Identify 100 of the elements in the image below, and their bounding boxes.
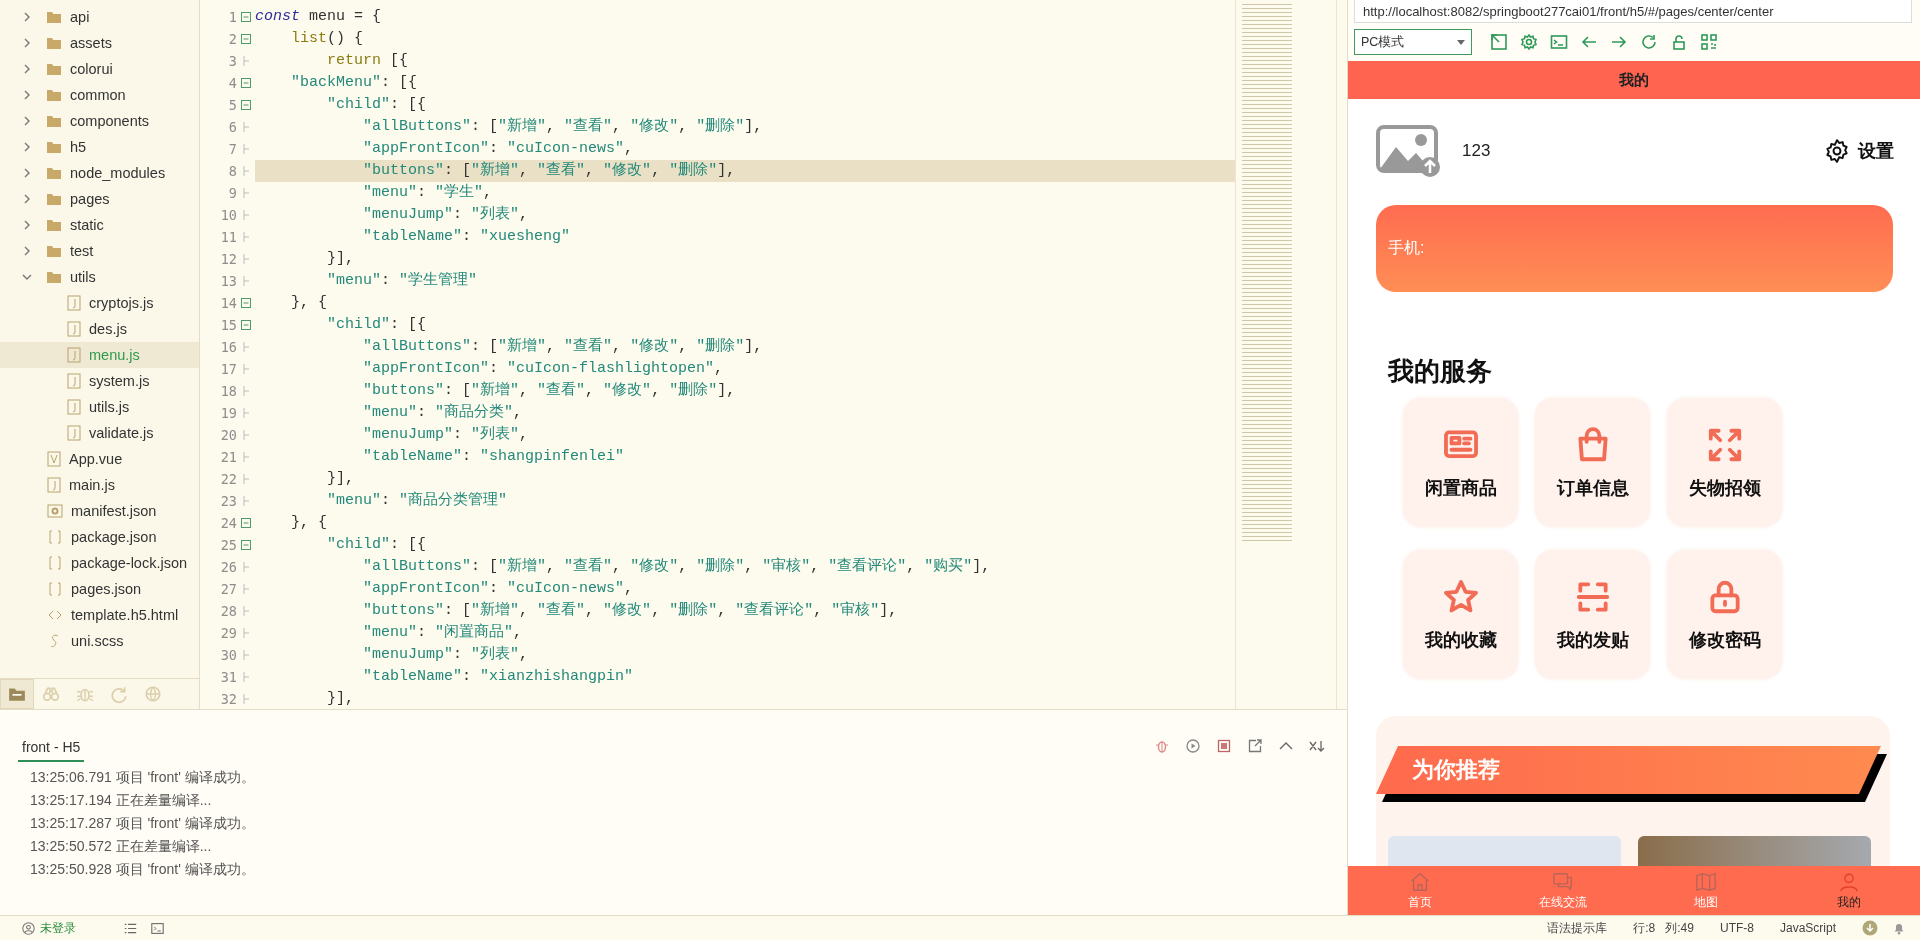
console-tab[interactable]: front - H5 [18, 739, 85, 762]
tree-item[interactable]: template.h5.html [0, 602, 199, 628]
tree-item[interactable]: assets [0, 30, 199, 56]
line-number: 2 [227, 31, 237, 47]
tree-item[interactable]: pages [0, 186, 199, 212]
gear-icon[interactable] [1520, 33, 1538, 51]
url-field[interactable]: http://localhost:8082/springboot277cai01/front/h5/#/pages/center/center [1354, 0, 1912, 23]
line-number: 9 [227, 185, 237, 201]
fold-toggle-icon[interactable] [241, 100, 251, 110]
tree-item[interactable]: uni.scss [0, 628, 199, 654]
line-number: 4 [227, 75, 237, 91]
terminal-icon[interactable] [1550, 33, 1568, 51]
tree-item[interactable]: common [0, 82, 199, 108]
fold-toggle-icon[interactable] [241, 298, 251, 308]
play-circle-icon[interactable] [1185, 738, 1201, 754]
folder-icon [46, 9, 62, 25]
service-card[interactable]: 失物招领 [1667, 398, 1782, 527]
line-number: 26 [219, 559, 237, 575]
status-item[interactable]: JavaScript [1779, 921, 1836, 935]
status-item[interactable]: 语法提示库 [1547, 919, 1608, 937]
js-file-icon [67, 295, 81, 311]
fold-toggle-icon[interactable] [241, 12, 251, 22]
user-icon[interactable] [22, 921, 35, 935]
tree-item[interactable]: package-lock.json [0, 550, 199, 576]
list-icon[interactable] [124, 921, 137, 935]
expand-window-icon[interactable] [1490, 33, 1508, 51]
status-item[interactable]: UTF-8 [1719, 921, 1754, 935]
terminal-icon[interactable] [151, 921, 164, 935]
tree-item[interactable]: node_modules [0, 160, 199, 186]
tree-item[interactable]: system.js [0, 368, 199, 394]
download-icon[interactable] [1862, 920, 1878, 936]
line-number: 6 [227, 119, 237, 135]
bug-icon[interactable] [1154, 738, 1170, 754]
tree-item[interactable]: des.js [0, 316, 199, 342]
line-number: 14 [219, 295, 237, 311]
grid-icon[interactable] [1700, 33, 1718, 51]
status-item[interactable]: 列:49 [1665, 919, 1694, 937]
tree-item[interactable]: cryptojs.js [0, 290, 199, 316]
tree-item[interactable]: pages.json [0, 576, 199, 602]
line-number: 13 [219, 273, 237, 289]
settings-icon [1824, 138, 1850, 164]
tree-item[interactable]: main.js [0, 472, 199, 498]
map-icon [1694, 870, 1717, 893]
fold-toggle-icon[interactable] [241, 78, 251, 88]
home-icon [1408, 870, 1431, 893]
code-line: "menuJump": "列表", [362, 644, 530, 665]
line-number: 18 [219, 383, 237, 399]
line-number: 30 [219, 647, 237, 663]
code-line: "menu": "学生管理" [326, 270, 479, 291]
tree-item[interactable]: package.json [0, 524, 199, 550]
tree-item[interactable]: App.vue [0, 446, 199, 472]
tree-item[interactable]: h5 [0, 134, 199, 160]
tree-item[interactable]: manifest.json [0, 498, 199, 524]
line-number: 27 [219, 581, 237, 597]
line-number: 25 [219, 537, 237, 553]
tree-item[interactable]: utils.js [0, 394, 199, 420]
tree-item[interactable]: colorui [0, 56, 199, 82]
status-item[interactable]: 行:8 [1633, 919, 1656, 937]
reload-icon[interactable] [1640, 33, 1658, 51]
tree-item[interactable]: static [0, 212, 199, 238]
x-arrow-icon[interactable] [1309, 738, 1325, 754]
export-icon[interactable] [1247, 738, 1263, 754]
folder-icon [46, 165, 62, 181]
line-number: 17 [219, 361, 237, 377]
fold-toggle-icon[interactable] [241, 34, 251, 44]
tree-item[interactable]: components [0, 108, 199, 134]
brackets-file-icon [47, 555, 63, 571]
service-card[interactable]: 闲置商品 [1403, 398, 1518, 527]
fold-toggle-icon[interactable] [241, 518, 251, 528]
service-card[interactable]: 我的发贴 [1535, 550, 1650, 679]
log-line: 13:25:50.928 项目 'front' 编译成功。 [30, 860, 256, 879]
tree-item[interactable]: validate.js [0, 420, 199, 446]
service-card[interactable]: 订单信息 [1535, 398, 1650, 527]
tree-item[interactable]: test [0, 238, 199, 264]
log-line: 13:25:06.791 项目 'front' 编译成功。 [30, 768, 256, 787]
sidebar-tab[interactable] [0, 679, 34, 709]
line-number: 22 [219, 471, 237, 487]
service-card[interactable]: 我的收藏 [1403, 550, 1518, 679]
code-line: }], [326, 469, 356, 489]
code-line: "appFrontIcon": "cuIcon-news", [362, 579, 635, 599]
nav-item[interactable]: 我的 [1808, 870, 1889, 911]
fold-toggle-icon[interactable] [241, 540, 251, 550]
folder-icon [46, 191, 62, 207]
tree-item[interactable]: utils [0, 264, 199, 290]
settings-button[interactable]: 设置 [1824, 138, 1894, 164]
refresh-icon [110, 685, 128, 703]
username: 123 [1462, 141, 1492, 161]
service-card[interactable]: 修改密码 [1667, 550, 1782, 679]
tree-item[interactable]: api [0, 4, 199, 30]
line-number: 24 [219, 515, 237, 531]
line-number: 32 [219, 691, 237, 707]
bell-icon[interactable] [1892, 921, 1906, 935]
code-line: "appFrontIcon": "cuIcon-news", [362, 139, 635, 159]
mode-select[interactable]: PC模式 [1354, 29, 1472, 55]
login-status[interactable]: 未登录 [40, 919, 76, 937]
image-upload-icon[interactable] [1376, 125, 1442, 177]
fold-toggle-icon[interactable] [241, 320, 251, 330]
unlock-icon[interactable] [1670, 33, 1688, 51]
log-line: 13:25:50.572 正在差量编译... [30, 837, 213, 856]
stop-icon[interactable] [1216, 738, 1232, 754]
